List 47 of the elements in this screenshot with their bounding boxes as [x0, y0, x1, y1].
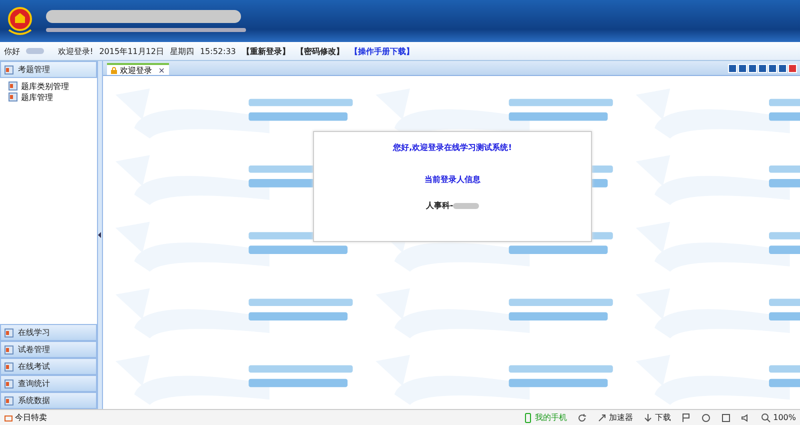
weekday-text: 星期四	[170, 46, 194, 56]
section-icon	[4, 396, 14, 406]
collapse-arrow-icon[interactable]	[98, 232, 102, 238]
phone-icon[interactable]	[523, 412, 534, 422]
status-label[interactable]: 100%	[773, 413, 796, 422]
section-icon	[4, 378, 14, 388]
section-icon	[4, 328, 14, 338]
window-icon[interactable]	[721, 412, 732, 422]
accordion-header[interactable]: 系统数据	[0, 392, 97, 409]
search-icon[interactable]	[761, 412, 772, 422]
emblem-logo	[6, 6, 34, 36]
redacted-name	[453, 202, 480, 208]
header-link[interactable]: 【密码修改】	[296, 46, 344, 56]
deals-link[interactable]: 今日特卖	[4, 412, 47, 423]
section-title: 当前登录人信息	[424, 174, 480, 185]
close-icon[interactable]	[788, 64, 797, 73]
accordion-header[interactable]: 查询统计	[0, 375, 97, 392]
status-label[interactable]: 我的手机	[535, 412, 568, 423]
close-icon[interactable]: ×	[158, 66, 165, 74]
status-label[interactable]: 加速器	[609, 412, 634, 423]
welcome-heading: 您好,欢迎登录在线学习测试系统!	[393, 142, 512, 153]
section-icon	[4, 362, 14, 372]
gift-icon	[4, 413, 13, 422]
header-link[interactable]: 【重新登录】	[242, 46, 290, 56]
module-icon	[8, 81, 18, 91]
time-text: 15:52:33	[200, 46, 236, 56]
redacted-username	[26, 48, 44, 54]
flag-icon[interactable]	[681, 412, 692, 422]
welcome-text: 欢迎登录!	[58, 46, 94, 56]
greeting-text: 你好	[4, 46, 20, 56]
user-department: 人事科-	[426, 200, 454, 211]
tab[interactable]: 欢迎登录 ×	[107, 63, 169, 75]
accordion-header[interactable]: 考题管理	[0, 61, 97, 78]
section-icon	[4, 64, 14, 74]
date-text: 2015年11月12日	[99, 46, 164, 56]
accordion-header[interactable]: 试卷管理	[0, 341, 97, 358]
status-label[interactable]: 下载	[655, 412, 672, 423]
module-icon	[8, 92, 18, 102]
tree-item[interactable]: 题库管理	[8, 92, 97, 102]
header-link[interactable]: 【操作手册下载】	[350, 46, 414, 56]
lock-icon	[111, 66, 117, 74]
refresh-icon[interactable]	[577, 412, 588, 422]
section-icon	[4, 344, 14, 354]
tree-item[interactable]: 题库类别管理	[8, 81, 97, 91]
download-icon[interactable]	[643, 412, 654, 422]
accordion-header[interactable]: 在线学习	[0, 324, 97, 341]
accordion-header[interactable]: 在线考试	[0, 358, 97, 375]
